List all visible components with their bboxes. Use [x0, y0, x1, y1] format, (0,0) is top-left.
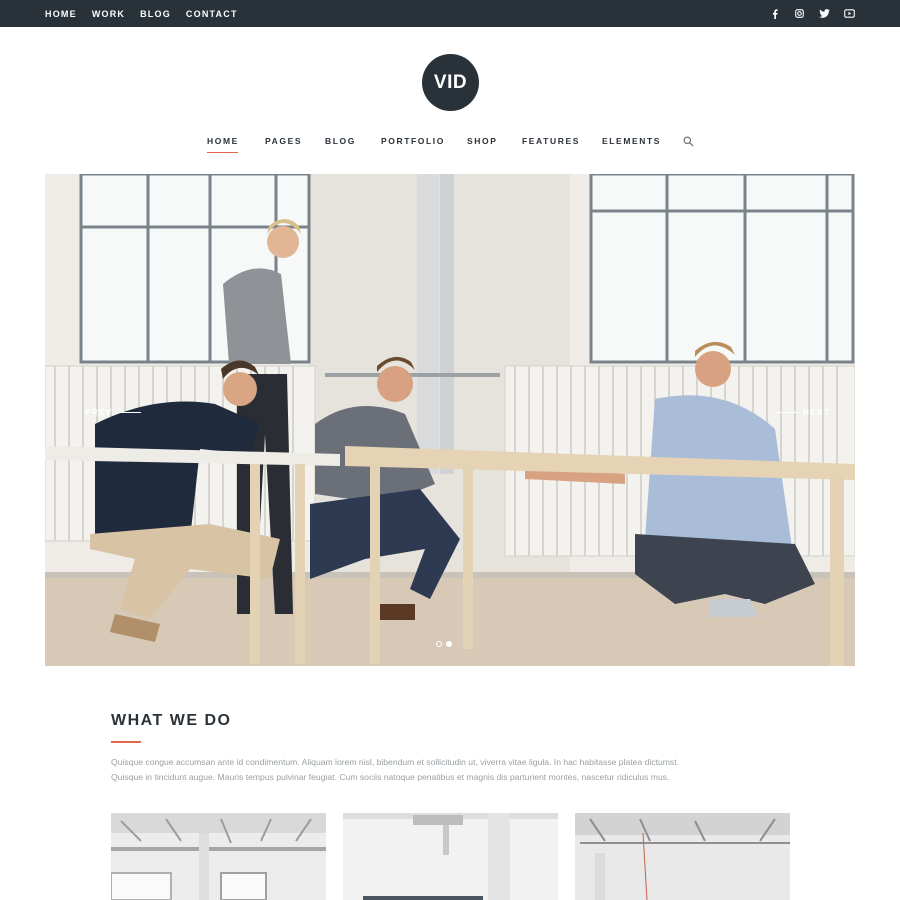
- service-card-3[interactable]: [575, 813, 790, 900]
- section-description: Quisque congue accumsan ante id condimen…: [111, 755, 791, 785]
- twitter-icon[interactable]: [819, 8, 830, 19]
- nav-item-home[interactable]: HOME: [207, 136, 239, 153]
- prev-button[interactable]: PREV: [85, 408, 141, 417]
- service-image-3: [575, 813, 790, 900]
- top-nav-blog[interactable]: BLOG: [140, 9, 171, 19]
- nav-item-pages[interactable]: PAGES: [265, 136, 302, 146]
- top-nav-contact[interactable]: CONTACT: [186, 9, 238, 19]
- description-line-2: Quisque in tincidunt augue. Mauris tempu…: [111, 772, 670, 782]
- hero-slider[interactable]: PREV NEXT: [45, 174, 855, 666]
- hero-image: [45, 174, 855, 666]
- service-image-1: [111, 813, 326, 900]
- social-links: [769, 0, 855, 27]
- site-logo[interactable]: VID: [422, 54, 479, 111]
- next-line: [775, 412, 797, 413]
- next-button[interactable]: NEXT: [775, 408, 830, 417]
- search-icon[interactable]: [683, 136, 694, 147]
- section-title: WHAT WE DO: [111, 712, 232, 729]
- title-underline: [111, 741, 141, 743]
- prev-label: PREV: [85, 408, 113, 417]
- nav-item-features[interactable]: FEATURES: [522, 136, 580, 146]
- description-line-1: Quisque congue accumsan ante id condimen…: [111, 757, 679, 767]
- service-image-2: [343, 813, 558, 900]
- main-nav: HOME PAGES BLOG PORTFOLIO SHOP FEATURES …: [0, 136, 900, 156]
- slider-dot-1[interactable]: [436, 641, 442, 647]
- nav-item-portfolio[interactable]: PORTFOLIO: [381, 136, 445, 146]
- nav-item-shop[interactable]: SHOP: [467, 136, 498, 146]
- top-nav-home[interactable]: HOME: [45, 9, 77, 19]
- nav-item-blog[interactable]: BLOG: [325, 136, 356, 146]
- logo-text: VID: [433, 71, 468, 93]
- top-bar: HOME WORK BLOG CONTACT: [0, 0, 900, 27]
- facebook-icon[interactable]: [769, 8, 780, 19]
- next-label: NEXT: [803, 408, 831, 417]
- youtube-icon[interactable]: [844, 8, 855, 19]
- slider-dots: [436, 641, 452, 647]
- service-card-1[interactable]: [111, 813, 326, 900]
- top-nav-work[interactable]: WORK: [92, 9, 125, 19]
- service-card-2[interactable]: [343, 813, 558, 900]
- prev-line: [118, 412, 141, 413]
- nav-item-elements[interactable]: ELEMENTS: [602, 136, 661, 146]
- top-nav: HOME WORK BLOG CONTACT: [45, 0, 238, 27]
- instagram-icon[interactable]: [794, 8, 805, 19]
- slider-dot-2[interactable]: [446, 641, 452, 647]
